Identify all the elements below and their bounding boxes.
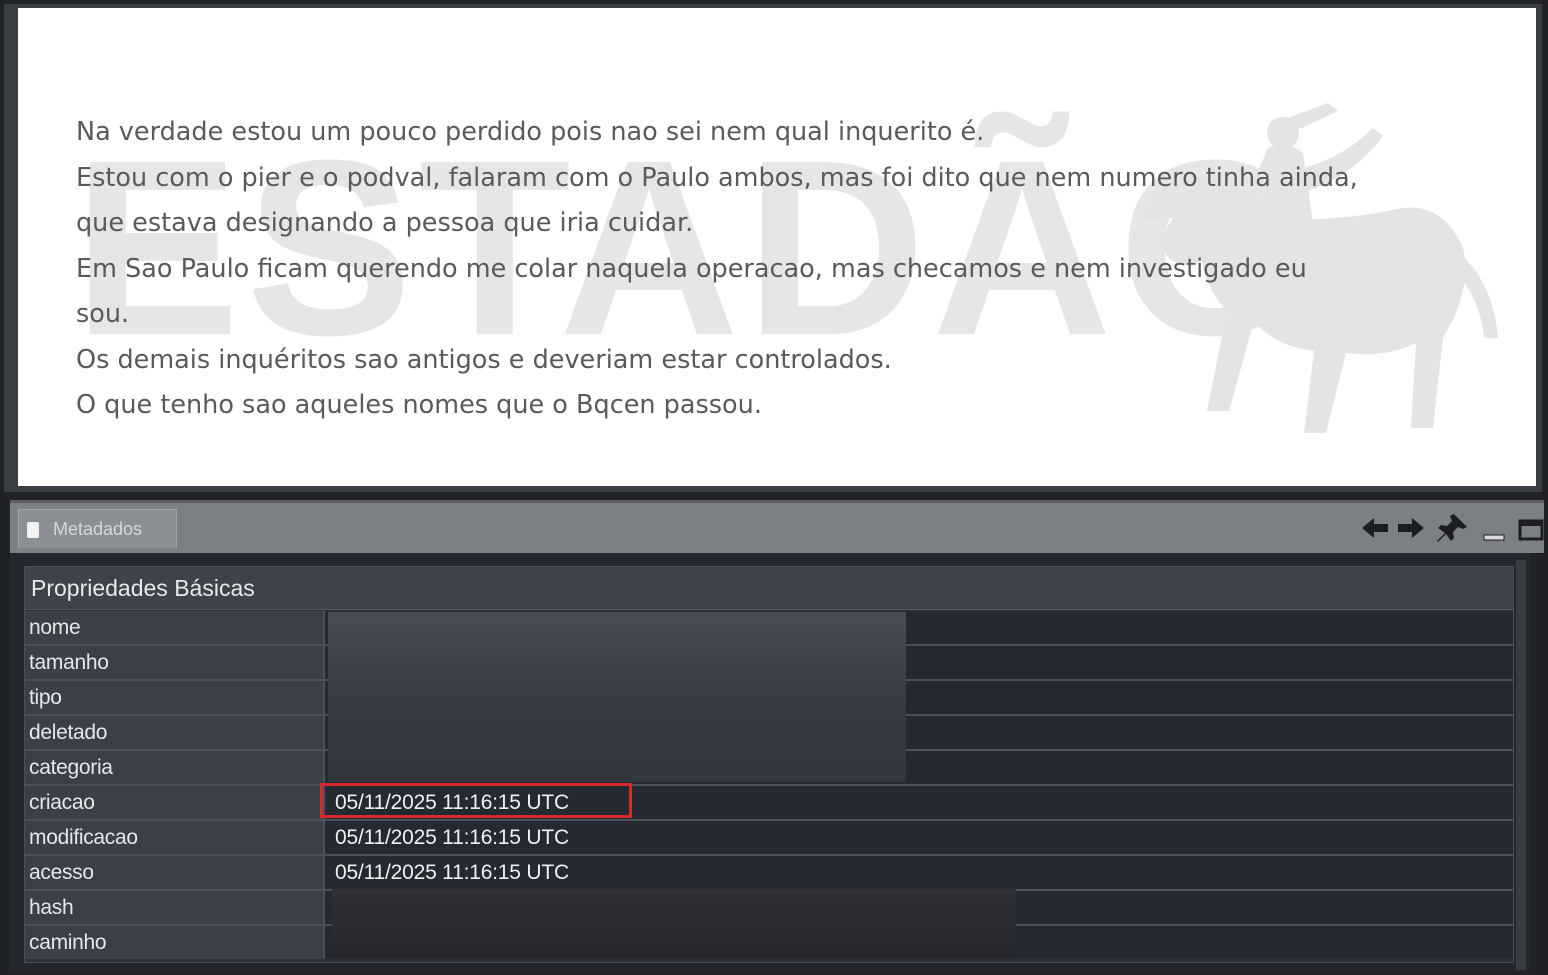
- property-key: nome: [29, 616, 81, 639]
- window: ESTADÃO Na verdade estou um pouco perdid…: [0, 0, 1548, 975]
- property-row-modificacao[interactable]: modificacao 05/11/2025 11:16:15 UTC: [25, 821, 1513, 856]
- vertical-scrollbar[interactable]: [1516, 560, 1526, 970]
- property-key: deletado: [29, 721, 108, 744]
- section-title: Propriedades Básicas: [31, 575, 255, 601]
- forward-arrow-icon[interactable]: [1394, 511, 1428, 545]
- document-preview: ESTADÃO Na verdade estou um pouco perdid…: [18, 8, 1536, 486]
- message-line: Na verdade estou um pouco perdido pois n…: [76, 117, 985, 147]
- property-key: modificacao: [29, 826, 138, 849]
- message-text: Na verdade estou um pouco perdido pois n…: [76, 110, 1506, 429]
- property-row-criacao[interactable]: criacao 05/11/2025 11:16:15 UTC: [25, 786, 1513, 821]
- panel-toolbar: Metadados: [10, 500, 1544, 553]
- document-icon: [27, 522, 39, 538]
- property-key: hash: [29, 896, 74, 919]
- tab-label: Metadados: [53, 519, 143, 539]
- message-line: Estou com o pier e o podval, falaram com…: [76, 162, 1358, 193]
- message-line: O que tenho sao aqueles nomes que o Bqce…: [76, 390, 762, 420]
- property-key: categoria: [29, 756, 113, 779]
- section-header[interactable]: Propriedades Básicas: [25, 567, 1513, 610]
- message-line: sou.: [76, 299, 130, 329]
- maximize-icon[interactable]: [1514, 511, 1544, 545]
- message-line: Os demais inquéritos sao antigos e dever…: [76, 344, 892, 375]
- message-line: que estava designando a pessoa que iria …: [76, 208, 694, 238]
- property-key: caminho: [29, 931, 107, 954]
- back-arrow-icon[interactable]: [1358, 511, 1392, 545]
- property-row-acesso[interactable]: acesso 05/11/2025 11:16:15 UTC: [25, 856, 1513, 891]
- pin-icon[interactable]: [1436, 511, 1470, 545]
- property-value: 05/11/2025 11:16:15 UTC: [335, 861, 569, 884]
- redaction-block: [328, 612, 906, 782]
- property-value: 05/11/2025 11:16:15 UTC: [335, 826, 569, 849]
- property-key: tipo: [29, 686, 62, 709]
- minimize-icon[interactable]: [1478, 511, 1512, 545]
- highlight-box: [320, 783, 632, 818]
- property-key: criacao: [29, 791, 95, 814]
- redaction-block: [332, 889, 1016, 959]
- message-line: Em Sao Paulo ficam querendo me colar naq…: [76, 253, 1307, 284]
- property-key: tamanho: [29, 651, 109, 674]
- property-key: acesso: [29, 861, 94, 884]
- tab-metadados[interactable]: Metadados: [18, 509, 177, 548]
